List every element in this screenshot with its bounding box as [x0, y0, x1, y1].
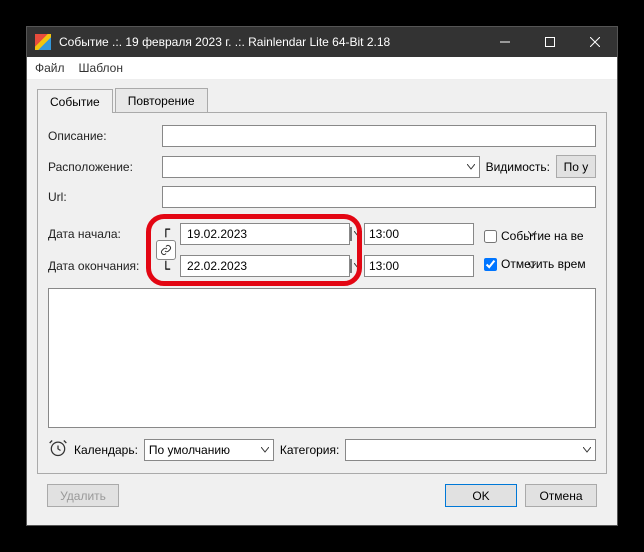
category-input[interactable]	[346, 440, 579, 460]
maximize-button[interactable]	[527, 27, 572, 57]
tab-panel: Описание: Расположение: Видимость: По у …	[37, 112, 607, 474]
ok-button[interactable]: OK	[445, 484, 517, 507]
marktime-check-input[interactable]	[484, 258, 497, 271]
label-url: Url:	[48, 190, 156, 204]
close-button[interactable]	[572, 27, 617, 57]
end-date-input[interactable]	[181, 256, 348, 276]
url-input[interactable]	[162, 186, 596, 208]
tab-repeat[interactable]: Повторение	[115, 88, 208, 112]
label-description: Описание:	[48, 129, 156, 143]
calendar-value: По умолчанию	[145, 440, 257, 460]
client-area: Событие Повторение Описание: Расположени…	[27, 80, 617, 525]
label-start-date: Дата начала:	[48, 227, 156, 241]
chevron-down-icon[interactable]	[463, 157, 479, 177]
notes-textarea[interactable]	[48, 288, 596, 428]
titlebar: Событие .:. 19 февраля 2023 г. .:. Rainl…	[27, 27, 617, 57]
menu-template[interactable]: Шаблон	[79, 61, 123, 75]
visibility-combo[interactable]: По у	[556, 155, 596, 178]
menubar: Файл Шаблон	[27, 57, 617, 80]
end-time-combo[interactable]	[364, 255, 474, 277]
link-icon[interactable]	[156, 240, 176, 260]
minimize-button[interactable]	[482, 27, 527, 57]
event-window: Событие .:. 19 февраля 2023 г. .:. Rainl…	[26, 26, 618, 526]
menu-file[interactable]: Файл	[35, 61, 65, 75]
start-time-combo[interactable]	[364, 223, 474, 245]
label-calendar: Календарь:	[74, 443, 138, 457]
bracket-bottom: └	[159, 262, 173, 278]
chevron-down-icon[interactable]	[257, 440, 273, 460]
calendar-combo[interactable]: По умолчанию	[144, 439, 274, 461]
label-visibility: Видимость:	[486, 160, 550, 174]
location-input[interactable]	[163, 157, 463, 177]
bracket-top: ┌	[159, 222, 173, 238]
chevron-down-icon[interactable]	[579, 440, 595, 460]
marktime-label: Отметить врем	[501, 257, 586, 271]
description-input[interactable]	[162, 125, 596, 147]
calendar-icon[interactable]	[350, 227, 352, 241]
window-title: Событие .:. 19 февраля 2023 г. .:. Rainl…	[59, 35, 482, 49]
marktime-checkbox[interactable]: Отметить врем	[484, 257, 586, 271]
visibility-value: По у	[564, 160, 589, 174]
start-date-picker[interactable]	[180, 223, 350, 245]
end-date-picker[interactable]	[180, 255, 350, 277]
allday-checkbox[interactable]: Событие на ве	[484, 229, 586, 243]
dialog-buttons: Удалить OK Отмена	[37, 474, 607, 517]
start-date-input[interactable]	[181, 224, 348, 244]
delete-button[interactable]: Удалить	[47, 484, 119, 507]
cancel-button[interactable]: Отмена	[525, 484, 597, 507]
app-icon	[35, 34, 51, 50]
label-category: Категория:	[280, 443, 339, 457]
location-combo[interactable]	[162, 156, 480, 178]
allday-label: Событие на ве	[501, 229, 584, 243]
category-combo[interactable]	[345, 439, 596, 461]
label-end-date: Дата окончания:	[48, 259, 156, 273]
chevron-down-icon[interactable]	[354, 224, 362, 244]
calendar-icon[interactable]	[350, 259, 352, 273]
chevron-down-icon[interactable]	[354, 256, 362, 276]
tabstrip: Событие Повторение	[37, 88, 607, 112]
alarm-icon[interactable]	[48, 438, 68, 461]
allday-check-input[interactable]	[484, 230, 497, 243]
tab-event[interactable]: Событие	[37, 89, 113, 113]
label-location: Расположение:	[48, 160, 156, 174]
